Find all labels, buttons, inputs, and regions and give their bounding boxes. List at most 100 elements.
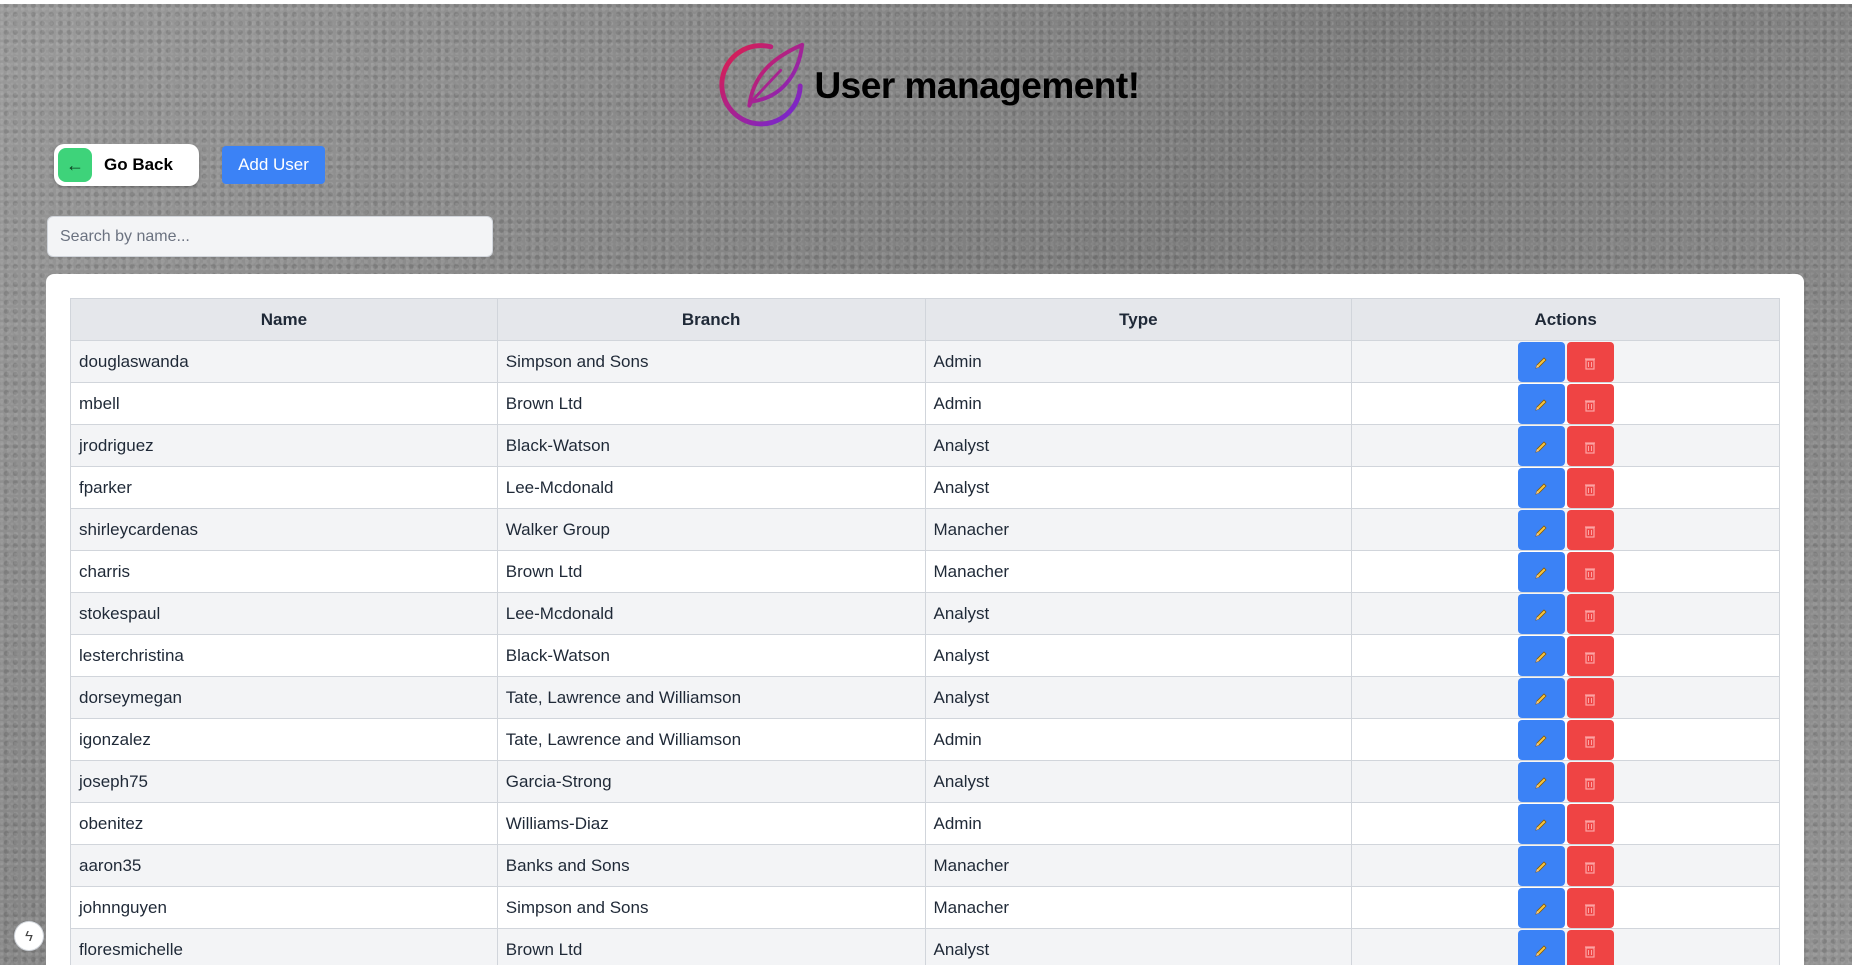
pencil-icon [1535,777,1547,789]
edit-button[interactable] [1517,719,1565,760]
trash-icon [1585,946,1596,958]
cell-type: Analyst [924,424,1353,467]
column-header-branch[interactable]: Branch [496,298,926,341]
arrow-left-icon: ← [58,148,92,182]
cell-branch: Banks and Sons [496,844,926,887]
cell-branch: Williams-Diaz [496,802,926,845]
edit-button[interactable] [1517,761,1565,802]
delete-button[interactable] [1566,677,1614,718]
edit-button[interactable] [1517,845,1565,886]
cell-type: Admin [924,340,1353,383]
cell-name: lesterchristina [70,634,498,677]
search-input[interactable] [47,216,493,257]
edit-button[interactable] [1517,467,1565,508]
add-user-button[interactable]: Add User [222,146,325,184]
delete-button[interactable] [1566,509,1614,550]
delete-button[interactable] [1566,761,1614,802]
delete-button[interactable] [1566,803,1614,844]
delete-button[interactable] [1566,845,1614,886]
edit-button[interactable] [1517,593,1565,634]
pencil-icon [1535,861,1547,873]
go-back-button[interactable]: ← Go Back [54,144,199,186]
cell-type: Manacher [924,886,1353,929]
cell-branch: Simpson and Sons [496,340,926,383]
delete-button[interactable] [1566,635,1614,676]
cell-type: Manacher [924,550,1353,593]
edit-button[interactable] [1517,341,1565,382]
cell-branch: Brown Ltd [496,382,926,425]
column-header-name[interactable]: Name [70,298,498,341]
delete-button[interactable] [1566,887,1614,928]
delete-button[interactable] [1566,929,1614,965]
edit-button[interactable] [1517,551,1565,592]
cell-name: igonzalez [70,718,498,761]
edit-button[interactable] [1517,635,1565,676]
cell-branch: Black-Watson [496,424,926,467]
edit-button[interactable] [1517,803,1565,844]
edit-button[interactable] [1517,929,1565,965]
trash-icon [1585,820,1596,832]
cell-actions [1351,802,1780,845]
cell-name: aaron35 [70,844,498,887]
table-row: obenitez Williams-Diaz Admin [70,802,1780,845]
cell-actions [1351,760,1780,803]
trash-icon [1585,568,1596,580]
cell-type: Admin [924,382,1353,425]
cell-type: Analyst [924,634,1353,677]
edit-button[interactable] [1517,425,1565,466]
cell-type: Manacher [924,844,1353,887]
cell-type: Admin [924,718,1353,761]
cell-actions [1351,928,1780,965]
cell-actions [1351,424,1780,467]
cell-name: johnnguyen [70,886,498,929]
table-row: joseph75 Garcia-Strong Analyst [70,760,1780,803]
lightning-icon[interactable]: ϟ [14,921,44,951]
table-row: igonzalez Tate, Lawrence and Williamson Ad… [70,718,1780,761]
edit-button[interactable] [1517,887,1565,928]
delete-button[interactable] [1566,425,1614,466]
cell-actions [1351,340,1780,383]
table-row: douglaswanda Simpson and Sons Admin [70,340,1780,383]
trash-icon [1585,862,1596,874]
table-row: floresmichelle Brown Ltd Analyst [70,928,1780,965]
pencil-icon [1535,609,1547,621]
delete-button[interactable] [1566,593,1614,634]
delete-button[interactable] [1566,341,1614,382]
cell-branch: Tate, Lawrence and Williamson [496,718,926,761]
column-header-type[interactable]: Type [924,298,1353,341]
trash-icon [1585,610,1596,622]
cell-actions [1351,718,1780,761]
pencil-icon [1535,693,1547,705]
cell-name: floresmichelle [70,928,498,965]
edit-button[interactable] [1517,509,1565,550]
table-header-row: Name Branch Type Actions [70,298,1780,341]
cell-name: jrodriguez [70,424,498,467]
table-row: charris Brown Ltd Manacher [70,550,1780,593]
cell-name: stokespaul [70,592,498,635]
table-row: jrodriguez Black-Watson Analyst [70,424,1780,467]
delete-button[interactable] [1566,719,1614,760]
edit-button[interactable] [1517,677,1565,718]
pencil-icon [1535,567,1547,579]
cell-branch: Lee-Mcdonald [496,466,926,509]
pencil-icon [1535,651,1547,663]
column-header-actions: Actions [1351,298,1780,341]
table-row: mbell Brown Ltd Admin [70,382,1780,425]
cell-branch: Simpson and Sons [496,886,926,929]
cell-branch: Walker Group [496,508,926,551]
delete-button[interactable] [1566,467,1614,508]
page-title: User management! [814,65,1140,106]
trash-icon [1585,526,1596,538]
delete-button[interactable] [1566,551,1614,592]
go-back-label: Go Back [104,155,173,174]
cell-name: charris [70,550,498,593]
table-row: lesterchristina Black-Watson Analyst [70,634,1780,677]
edit-button[interactable] [1517,383,1565,424]
page-header: User management! [0,36,1852,136]
cell-type: Analyst [924,928,1353,965]
trash-icon [1585,442,1596,454]
cell-name: fparker [70,466,498,509]
delete-button[interactable] [1566,383,1614,424]
cell-actions [1351,676,1780,719]
cell-branch: Tate, Lawrence and Williamson [496,676,926,719]
